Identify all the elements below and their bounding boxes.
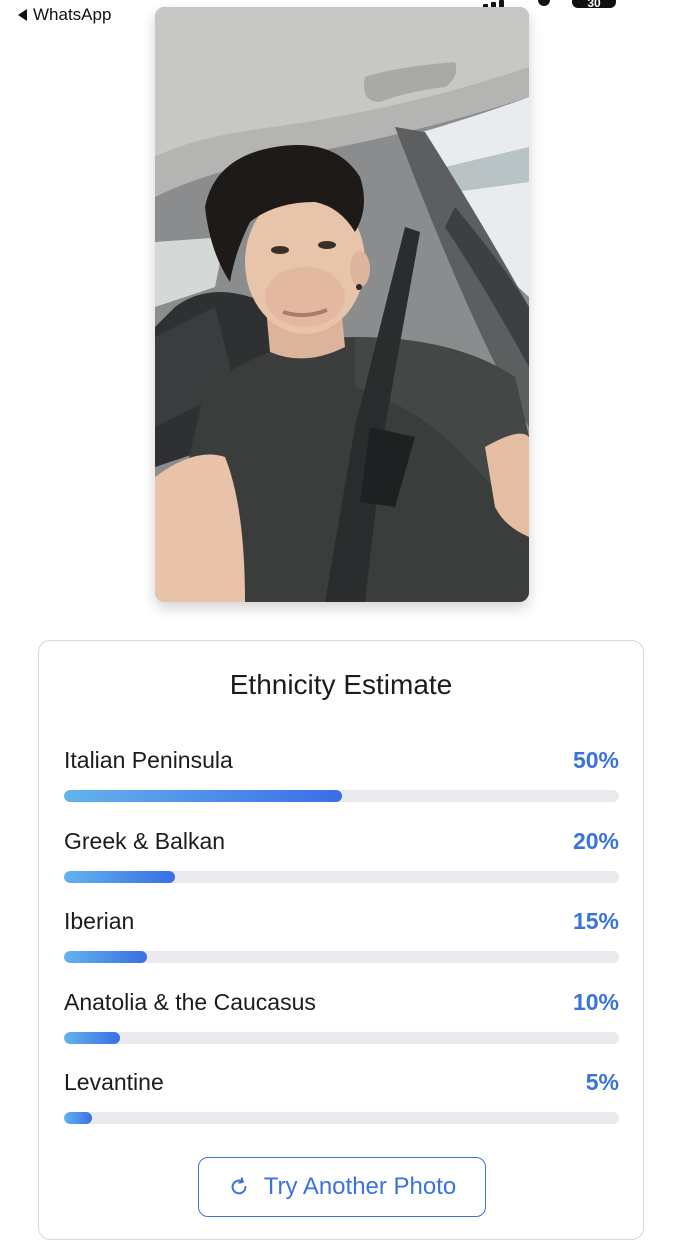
back-link-label: WhatsApp: [33, 5, 112, 24]
estimate-bar-track: [64, 1032, 619, 1044]
estimate-bar-fill: [64, 951, 148, 963]
estimate-percent: 10%: [572, 989, 619, 1015]
try-another-photo-label: Try Another Photo: [263, 1173, 457, 1200]
estimate-row: Italian Peninsula 50%: [64, 747, 619, 807]
estimate-label: Levantine: [64, 1069, 164, 1095]
estimate-bar-track: [64, 951, 619, 963]
estimate-bar-track: [64, 1112, 619, 1124]
refresh-icon: [231, 1177, 247, 1195]
card-title: Ethnicity Estimate: [229, 669, 453, 700]
uploaded-selfie-photo: [155, 7, 529, 602]
estimate-label: Iberian: [64, 908, 135, 934]
estimate-label: Italian Peninsula: [64, 747, 233, 773]
estimate-row: Iberian 15%: [64, 908, 619, 968]
estimate-percent: 5%: [585, 1069, 619, 1095]
try-another-photo-button[interactable]: Try Another Photo: [198, 1157, 486, 1217]
estimate-label: Anatolia & the Caucasus: [64, 989, 316, 1015]
estimate-bar-track: [64, 790, 619, 802]
estimate-bar-fill: [64, 790, 342, 802]
estimate-bar-fill: [64, 1032, 120, 1044]
estimate-percent: 50%: [572, 747, 619, 773]
estimate-label: Greek & Balkan: [64, 828, 226, 854]
estimate-percent: 15%: [572, 908, 619, 934]
back-to-whatsapp-link[interactable]: WhatsApp: [18, 5, 111, 25]
estimate-row: Anatolia & the Caucasus 10%: [64, 989, 619, 1049]
estimate-bar-fill: [64, 871, 175, 883]
ethnicity-estimate-card: Ethnicity Estimate Italian Peninsula 50%…: [38, 640, 644, 1240]
wifi-icon: [538, 0, 550, 6]
selfie-illustration: [155, 7, 529, 602]
battery-indicator: 30: [572, 0, 616, 8]
battery-level: 30: [587, 0, 601, 8]
estimate-bar-fill: [64, 1112, 92, 1124]
estimate-percent: 20%: [572, 828, 619, 854]
estimate-row: Levantine 5%: [64, 1069, 619, 1129]
estimate-bar-track: [64, 871, 619, 883]
back-arrow-icon: [18, 9, 27, 21]
estimate-row: Greek & Balkan 20%: [64, 828, 619, 888]
